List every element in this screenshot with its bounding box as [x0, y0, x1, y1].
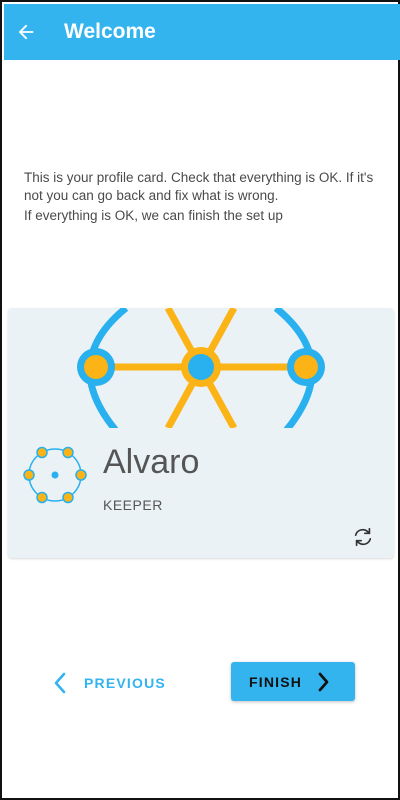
finish-button[interactable]: FINISH	[231, 662, 355, 701]
intro-text: This is your profile card. Check that ev…	[24, 169, 384, 225]
chevron-right-icon	[316, 671, 330, 693]
hex-dots-avatar-icon	[23, 446, 87, 504]
intro-line-2: If everything is OK, we can finish the s…	[24, 208, 283, 223]
previous-button[interactable]: PREVIOUS	[52, 666, 166, 700]
app-bar: Welcome	[4, 4, 400, 60]
arrow-left-icon	[18, 24, 34, 40]
page-title: Welcome	[64, 20, 156, 43]
back-button[interactable]	[0, 4, 54, 60]
profile-role: KEEPER	[103, 497, 163, 513]
profile-name: Alvaro	[103, 443, 200, 481]
previous-label: PREVIOUS	[84, 675, 166, 691]
profile-card: Alvaro KEEPER	[8, 308, 394, 558]
card-network-graphic	[77, 308, 325, 428]
finish-label: FINISH	[249, 673, 303, 690]
screen-frame: Welcome This is your profile card. Check…	[0, 0, 400, 800]
refresh-icon[interactable]	[352, 526, 374, 548]
chevron-left-icon	[54, 672, 66, 694]
intro-line-1: This is your profile card. Check that ev…	[24, 170, 374, 203]
